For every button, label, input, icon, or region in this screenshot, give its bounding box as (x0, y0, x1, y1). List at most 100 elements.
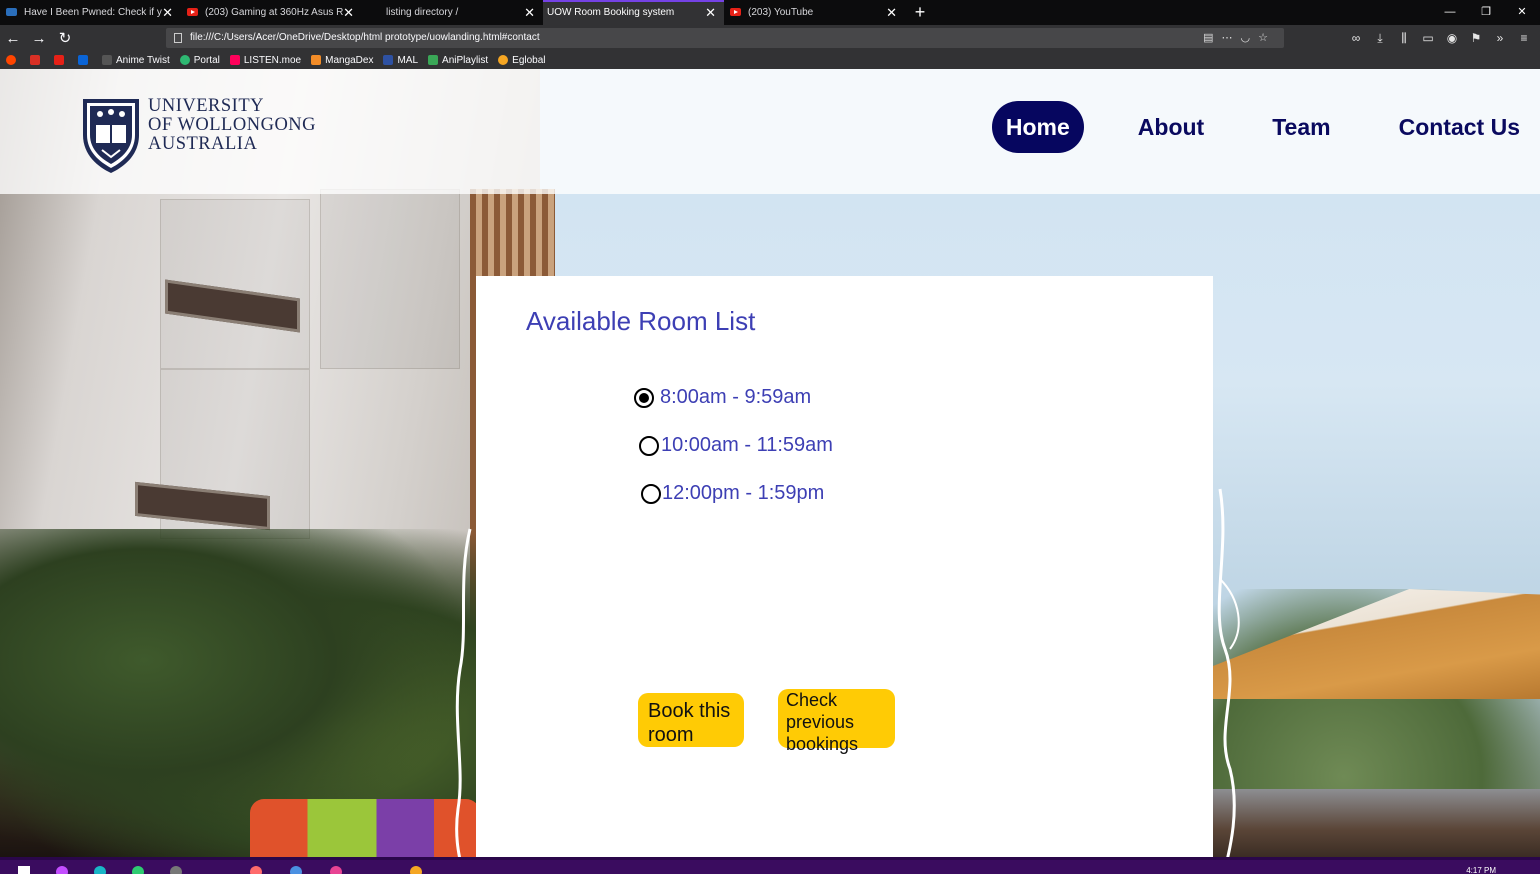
site-header: UNIVERSITY OF WOLLONGONG AUSTRALIA Home … (0, 69, 1540, 194)
bookmarks-bar: Anime Twist Portal LISTEN.moe MangaDex M… (0, 51, 1540, 69)
tab-youtube[interactable]: (203) YouTube ✕ (724, 0, 905, 25)
book-room-button[interactable]: Book this room (638, 693, 744, 747)
bookmark-youtube[interactable] (54, 55, 68, 65)
bookmark-label: LISTEN.moe (243, 54, 302, 66)
logo-line: UNIVERSITY (148, 96, 264, 116)
nav-contact-us[interactable]: Contact Us (1385, 101, 1520, 153)
logo-line: AUSTRALIA (148, 134, 258, 154)
app-icon[interactable] (132, 866, 144, 874)
private-mask-icon[interactable]: ∞ (1344, 31, 1368, 45)
start-icon[interactable] (18, 866, 30, 874)
page-actions-icon[interactable]: ⋯ (1222, 32, 1241, 44)
background-deck (1213, 789, 1540, 857)
address-bar[interactable]: file:///C:/Users/Acer/OneDrive/Desktop/h… (166, 28, 1284, 48)
url-actions: ▤⋯◡☆ (1203, 28, 1276, 48)
reddit-icon (6, 55, 16, 65)
account-icon[interactable]: ◉ (1440, 31, 1464, 45)
close-icon[interactable]: ✕ (162, 0, 173, 25)
time-slot-label: 10:00am - 11:59am (661, 434, 833, 456)
background-seats (250, 799, 480, 857)
new-tab-button[interactable]: + (905, 0, 935, 25)
time-slot-option[interactable]: 10:00am - 11:59am (639, 434, 833, 457)
listen-icon (229, 55, 240, 65)
page-icon (174, 33, 182, 43)
aniplaylist-icon (428, 55, 439, 65)
tab-strip: Have I Been Pwned: Check if y ✕ (203) Ga… (0, 0, 1540, 25)
bookmark-label: Eglobal (512, 54, 546, 66)
bookmark-mal[interactable]: MAL (383, 55, 418, 66)
download-icon[interactable]: ⤓ (1368, 31, 1392, 46)
portal-icon (179, 55, 190, 65)
app-icon[interactable] (290, 866, 302, 874)
nav-home[interactable]: Home (991, 101, 1084, 153)
tab-hibp[interactable]: Have I Been Pwned: Check if y ✕ (0, 0, 181, 25)
time-slot-label: 8:00am - 9:59am (660, 386, 812, 408)
radio-unselected[interactable] (639, 435, 659, 456)
bookmark-outlook[interactable] (78, 55, 92, 65)
bookmark-label: Anime Twist (116, 54, 170, 66)
uow-logo[interactable]: UNIVERSITY OF WOLLONGONG AUSTRALIA (80, 95, 325, 175)
bookmark-portal[interactable]: Portal (179, 54, 220, 66)
app-icon[interactable] (250, 866, 262, 874)
tab-title: Have I Been Pwned: Check if y (24, 7, 162, 18)
main-nav: Home About Team Contact Us (952, 101, 1520, 153)
radio-unselected[interactable] (641, 483, 661, 504)
address-url: file:///C:/Users/Acer/OneDrive/Desktop/h… (190, 32, 540, 43)
bookmark-label: MangaDex (325, 54, 374, 66)
tab-listing-directory[interactable]: listing directory / ✕ (362, 0, 543, 25)
bookmark-mangadex[interactable]: MangaDex (311, 55, 373, 66)
bookmark-label: AniPlaylist (442, 54, 489, 66)
radio-selected[interactable] (634, 387, 654, 408)
shield-icon (6, 8, 17, 16)
time-slot-option[interactable]: 12:00pm - 1:59pm (641, 482, 824, 505)
logo-line: OF WOLLONGONG (148, 115, 317, 135)
bookmark-label: MAL (397, 54, 419, 66)
toolbar-icons: ∞ ⤓ ⫼ ▭ ◉ ⚑ » ≡ (1344, 25, 1536, 51)
outlook-icon (78, 55, 88, 65)
bookmark-label: Portal (193, 54, 220, 66)
maximize-icon[interactable]: ❐ (1468, 0, 1504, 25)
check-previous-bookings-button[interactable]: Check previous bookings (778, 689, 895, 754)
pocket-icon[interactable]: ◡ (1241, 32, 1259, 44)
nav-team[interactable]: Team (1258, 101, 1344, 153)
overflow-icon[interactable]: » (1488, 31, 1512, 45)
mal-icon (383, 55, 394, 65)
extension-icon[interactable]: ⚑ (1464, 31, 1488, 45)
close-icon[interactable]: ✕ (343, 0, 354, 25)
bookmark-anime-twist[interactable]: Anime Twist (102, 55, 170, 66)
mangadex-icon (311, 55, 322, 65)
app-icon[interactable] (170, 866, 182, 874)
app-icon[interactable] (56, 866, 68, 874)
tab-title: listing directory / (386, 7, 459, 18)
tab-uow-room-booking[interactable]: UOW Room Booking system ✕ (543, 0, 724, 25)
library-icon[interactable]: ⫼ (1392, 31, 1416, 46)
logo-wordmark: UNIVERSITY OF WOLLONGONG AUSTRALIA (148, 97, 316, 154)
app-icon[interactable] (410, 866, 422, 874)
bookmark-star-icon[interactable]: ☆ (1258, 32, 1276, 44)
bookmark-eglobal[interactable]: Eglobal (498, 54, 546, 66)
taskbar-clock[interactable]: 4:17 PM (1466, 866, 1496, 874)
nav-about[interactable]: About (1124, 101, 1218, 153)
app-icon[interactable] (330, 866, 342, 874)
bookmark-reddit[interactable] (6, 55, 20, 65)
menu-icon[interactable]: ≡ (1512, 31, 1536, 45)
back-icon[interactable]: ← (0, 30, 26, 47)
room-list-card: Available Room List 8:00am - 9:59am 10:0… (476, 276, 1213, 857)
browser-toolbar: ← → ↻ file:///C:/Users/Acer/OneDrive/Des… (0, 25, 1540, 51)
close-icon[interactable]: ✕ (524, 0, 535, 25)
minimize-icon[interactable]: — (1432, 0, 1468, 25)
window-close-icon[interactable]: ✕ (1504, 0, 1540, 25)
app-icon[interactable] (94, 866, 106, 874)
close-icon[interactable]: ✕ (705, 2, 716, 23)
time-slot-option[interactable]: 8:00am - 9:59am (634, 386, 811, 409)
tab-youtube-video[interactable]: (203) Gaming at 360Hz Asus R ✕ (181, 0, 362, 25)
forward-icon[interactable]: → (26, 30, 52, 47)
reader-view-icon[interactable]: ▤ (1203, 32, 1221, 44)
sidebar-icon[interactable]: ▭ (1416, 31, 1440, 45)
bookmark-aniplaylist[interactable]: AniPlaylist (428, 55, 488, 66)
close-icon[interactable]: ✕ (886, 0, 897, 25)
bookmark-gmail[interactable] (30, 55, 44, 65)
bookmark-listen-moe[interactable]: LISTEN.moe (229, 54, 302, 66)
reload-icon[interactable]: ↻ (52, 29, 78, 47)
tab-title: (203) Gaming at 360Hz Asus R (205, 7, 344, 18)
